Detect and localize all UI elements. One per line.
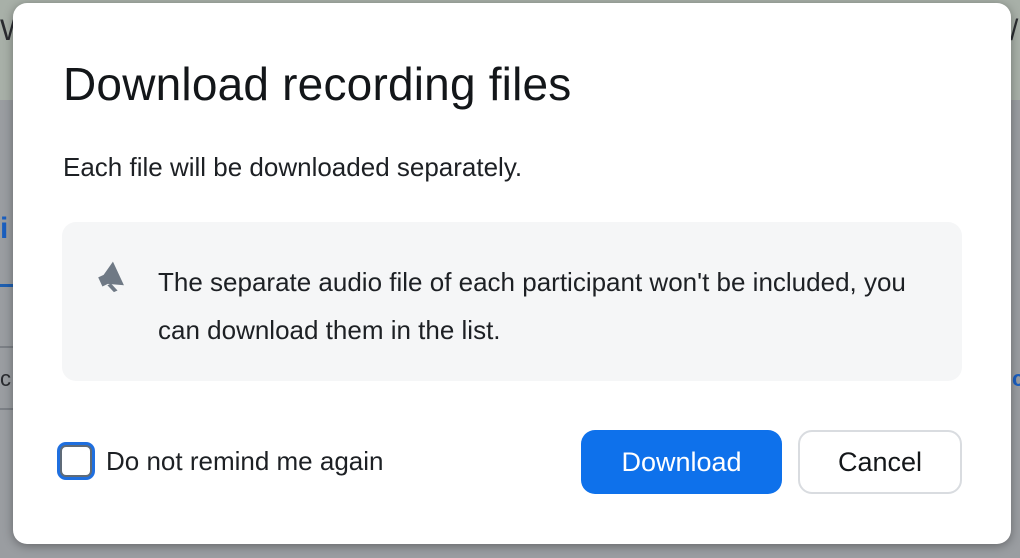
download-recording-dialog: Download recording files Each file will … xyxy=(13,3,1011,544)
background-active-indicator xyxy=(0,284,14,287)
megaphone-icon xyxy=(98,261,124,293)
background-divider xyxy=(0,346,14,348)
download-button[interactable]: Download xyxy=(581,430,782,494)
remind-option[interactable]: Do not remind me again xyxy=(55,437,383,485)
background-text-fragment: c xyxy=(1012,366,1020,391)
do-not-remind-label: Do not remind me again xyxy=(106,445,384,476)
dialog-title: Download recording files xyxy=(63,58,572,110)
background-text-fragment: /. xyxy=(1010,14,1020,47)
notice-box: The separate audio file of each particip… xyxy=(62,222,962,381)
dialog-subtitle: Each file will be downloaded separately. xyxy=(63,152,523,182)
background-divider xyxy=(0,408,14,410)
background-text-fragment: c xyxy=(0,366,11,391)
do-not-remind-checkbox[interactable] xyxy=(60,445,92,477)
notice-text: The separate audio file of each particip… xyxy=(158,267,906,345)
background-text-fragment: i xyxy=(0,212,9,245)
cancel-button[interactable]: Cancel xyxy=(798,430,962,494)
